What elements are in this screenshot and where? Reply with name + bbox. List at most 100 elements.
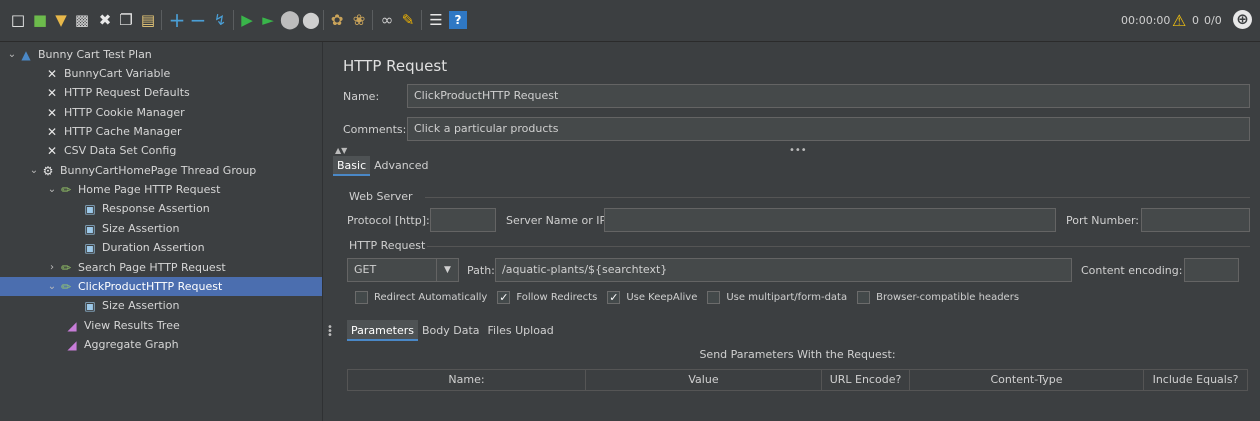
comments-label: Comments: [343, 123, 407, 136]
tree-item-aggregate-graph[interactable]: ◢ Aggregate Graph [64, 335, 178, 354]
parameters-table-body[interactable] [347, 391, 1248, 411]
tree-item-label: Home Page HTTP Request [78, 183, 221, 196]
templates-icon[interactable]: ■ [31, 11, 49, 29]
keepalive-checkbox[interactable]: ✓ [607, 291, 621, 304]
column-header-name[interactable]: Name: [348, 370, 586, 390]
save-icon[interactable]: ▩ [73, 11, 91, 29]
follow-redirects-checkbox[interactable]: ✓ [497, 291, 511, 304]
new-icon[interactable]: □ [9, 11, 27, 29]
test-plan-icon: ▲ [21, 47, 31, 62]
tree-item-view-results-tree[interactable]: ◢ View Results Tree [64, 316, 179, 335]
checkbox-label: Follow Redirects [516, 292, 598, 303]
tab-advanced[interactable]: Advanced [370, 156, 432, 176]
start-icon[interactable]: ▶ [238, 11, 256, 29]
shutdown-icon[interactable]: ⬤ [302, 11, 320, 29]
tab-files-upload[interactable]: Files Upload [484, 320, 558, 341]
copy-icon[interactable]: ❐ [117, 11, 135, 29]
chevron-down-icon[interactable]: ⌄ [6, 49, 18, 60]
multipart-checkbox[interactable] [707, 291, 721, 304]
start-no-pauses-icon[interactable]: ► [259, 11, 277, 29]
tree-item-label: Size Assertion [102, 299, 180, 312]
clear-all-icon[interactable]: ❀ [350, 11, 368, 29]
elapsed-timer: 00:00:00 [1121, 14, 1171, 27]
tree-item-home-request[interactable]: ⌄ ✏ Home Page HTTP Request [46, 180, 221, 199]
toolbar: □ ■ ▼ ▩ ✖ ❐ ▤ + − ↯ ▶ ► ⬤ ⬤ ✿ ❀ ∞ ✎ ☰ ? … [0, 0, 1260, 42]
tab-parameters[interactable]: Parameters [347, 320, 418, 341]
chevron-down-icon[interactable]: ⌄ [46, 281, 58, 292]
reset-search-icon[interactable]: ✎ [399, 11, 417, 29]
chevron-down-icon[interactable]: ⌄ [46, 184, 58, 195]
column-header-value[interactable]: Value [586, 370, 822, 390]
warning-icon[interactable]: ⚠ [1172, 11, 1186, 30]
comments-splitter[interactable]: ▲▼ ••• [333, 145, 1260, 156]
function-helper-icon[interactable]: ☰ [427, 11, 445, 29]
cut-icon[interactable]: ✖ [96, 11, 114, 29]
tree-item-variable[interactable]: ✕ BunnyCart Variable [44, 64, 170, 83]
clear-icon[interactable]: ✿ [328, 11, 346, 29]
comments-field[interactable]: Click a particular products [407, 117, 1250, 141]
checkbox-label: Redirect Automatically [374, 292, 488, 303]
stop-icon[interactable]: ⬤ [280, 11, 300, 29]
tab-basic[interactable]: Basic [333, 156, 371, 176]
server-name-field[interactable] [604, 208, 1056, 232]
content-encoding-field[interactable] [1184, 258, 1239, 282]
tree-item-label: Duration Assertion [102, 241, 205, 254]
paste-icon[interactable]: ▤ [139, 11, 157, 29]
open-icon[interactable]: ▼ [52, 11, 70, 29]
collapse-icon[interactable]: − [189, 10, 207, 30]
tree-item-search-request[interactable]: › ✏ Search Page HTTP Request [46, 258, 226, 277]
toolbar-separator [323, 10, 324, 30]
split-pane-divider[interactable] [322, 42, 332, 421]
tree-item-size-assertion-2[interactable]: ▣ Size Assertion [82, 296, 179, 315]
protocol-field[interactable] [430, 208, 496, 232]
parameters-caption: Send Parameters With the Request: [699, 348, 896, 361]
tree-item-response-assertion[interactable]: ▣ Response Assertion [82, 199, 209, 218]
tree-item-click-product-request[interactable]: ⌄ ✏ ClickProductHTTP Request [0, 277, 322, 296]
browser-headers-checkbox[interactable] [857, 291, 871, 304]
column-header-content-type[interactable]: Content-Type [910, 370, 1144, 390]
chevron-down-icon[interactable]: ⌄ [28, 165, 40, 176]
help-icon[interactable]: ? [449, 11, 467, 29]
column-header-include-equals[interactable]: Include Equals? [1144, 370, 1247, 390]
tree-item-label: HTTP Cache Manager [64, 125, 182, 138]
tree-item-duration-assertion[interactable]: ▣ Duration Assertion [82, 238, 205, 257]
splitter-arrows-icon[interactable]: ▲▼ [335, 146, 347, 155]
tree-item-label: Size Assertion [102, 222, 180, 235]
test-plan-tree: ⌄ ▲ Bunny Cart Test Plan ✕ BunnyCart Var… [0, 42, 322, 421]
checkbox-label: Browser-compatible headers [876, 292, 1020, 303]
http-request-group-title: HTTP Request [349, 239, 426, 252]
tree-item-request-defaults[interactable]: ✕ HTTP Request Defaults [44, 83, 190, 102]
tree-item-csv-config[interactable]: ✕ CSV Data Set Config [44, 141, 176, 160]
tree-item-thread-group[interactable]: ⌄ ⚙ BunnyCartHomePage Thread Group [28, 161, 257, 180]
tree-item-cookie-manager[interactable]: ✕ HTTP Cookie Manager [44, 103, 185, 122]
name-label: Name: [343, 90, 380, 103]
config-icon: ✕ [46, 85, 58, 100]
active-threads-count: 0/0 [1204, 14, 1222, 27]
chevron-right-icon[interactable]: › [46, 262, 58, 273]
tree-item-label: CSV Data Set Config [64, 144, 177, 157]
name-field[interactable]: ClickProductHTTP Request [407, 84, 1250, 108]
assertion-icon: ▣ [84, 221, 96, 236]
port-field[interactable] [1141, 208, 1250, 232]
assertion-icon: ▣ [84, 298, 96, 313]
checkbox-label: Use KeepAlive [626, 292, 698, 303]
tab-body-data[interactable]: Body Data [418, 320, 484, 341]
assertion-icon: ▣ [84, 240, 96, 255]
splitter-grip-icon[interactable]: ••• [789, 145, 807, 156]
expand-icon[interactable]: + [168, 10, 186, 30]
tree-item-test-plan[interactable]: ⌄ ▲ Bunny Cart Test Plan [6, 45, 152, 64]
toolbar-separator [372, 10, 373, 30]
method-value: GET [354, 263, 377, 276]
path-field[interactable]: /aquatic-plants/${searchtext} [495, 258, 1072, 282]
chevron-down-icon[interactable]: ▼ [436, 259, 458, 281]
sampler-icon: ✏ [60, 279, 72, 294]
column-header-url-encode[interactable]: URL Encode? [822, 370, 910, 390]
tree-item-size-assertion[interactable]: ▣ Size Assertion [82, 219, 179, 238]
redirect-auto-checkbox[interactable] [355, 291, 368, 304]
method-select[interactable]: GET ▼ [347, 258, 459, 282]
search-icon[interactable]: ∞ [378, 11, 396, 29]
toggle-icon[interactable]: ↯ [211, 11, 229, 29]
remote-start-icon[interactable]: ⊕ [1233, 10, 1252, 29]
tree-item-cache-manager[interactable]: ✕ HTTP Cache Manager [44, 122, 182, 141]
config-icon: ✕ [46, 143, 58, 158]
